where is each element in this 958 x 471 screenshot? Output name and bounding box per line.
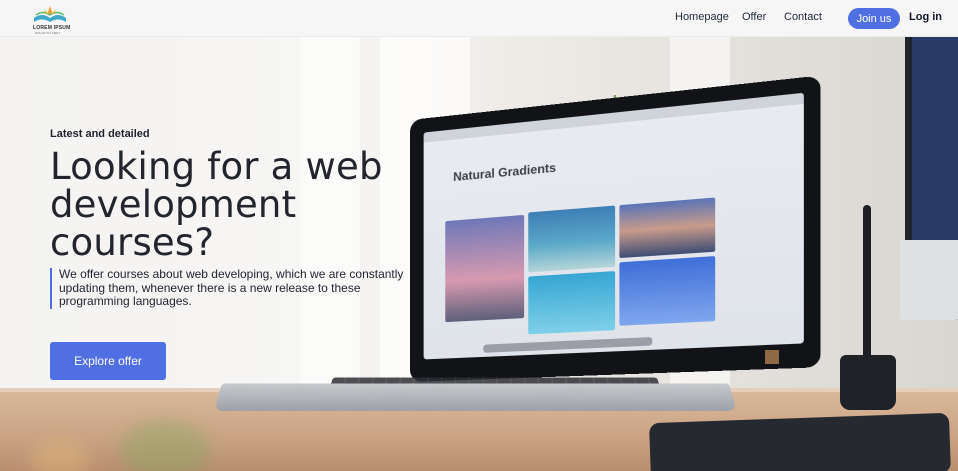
laptop: Natural Gradients xyxy=(410,75,821,382)
monitor-screen xyxy=(912,30,958,240)
site-header: LOREM IPSUM DOLOR SIT AMET Homepage Offe… xyxy=(0,0,958,37)
stylus-pen xyxy=(863,205,871,365)
logo-tagline: DOLOR SIT AMET xyxy=(35,31,61,35)
explore-offer-button[interactable]: Explore offer xyxy=(50,342,166,380)
hero-headline: Looking for a web development courses? xyxy=(50,145,383,264)
gallery-image xyxy=(445,214,525,323)
gallery-image xyxy=(619,256,716,326)
join-us-label: Join us xyxy=(856,12,892,25)
nav-homepage[interactable]: Homepage xyxy=(675,11,729,23)
monitor-chin xyxy=(900,240,958,320)
hero-kicker: Latest and detailed xyxy=(50,128,150,140)
explore-offer-label: Explore offer xyxy=(74,354,142,368)
laptop-screen-menubar xyxy=(423,92,804,143)
drawing-tablet xyxy=(649,412,951,471)
nav-offer[interactable]: Offer xyxy=(742,11,766,23)
login-link[interactable]: Log in xyxy=(909,11,942,23)
gallery-image xyxy=(528,271,616,335)
join-us-button[interactable]: Join us xyxy=(848,8,900,29)
laptop-screen: Natural Gradients xyxy=(423,92,804,360)
wooden-cube xyxy=(765,350,779,364)
laptop-screen-title: Natural Gradients xyxy=(453,160,557,185)
gallery-image xyxy=(528,205,616,273)
bokeh-blur xyxy=(120,420,210,471)
pen-holder xyxy=(840,355,896,410)
laptop-base xyxy=(213,383,738,412)
nav-contact[interactable]: Contact xyxy=(784,11,822,23)
laptop-dock xyxy=(483,336,653,353)
hero-description: We offer courses about web developing, w… xyxy=(50,267,430,309)
gallery-image xyxy=(619,197,716,259)
